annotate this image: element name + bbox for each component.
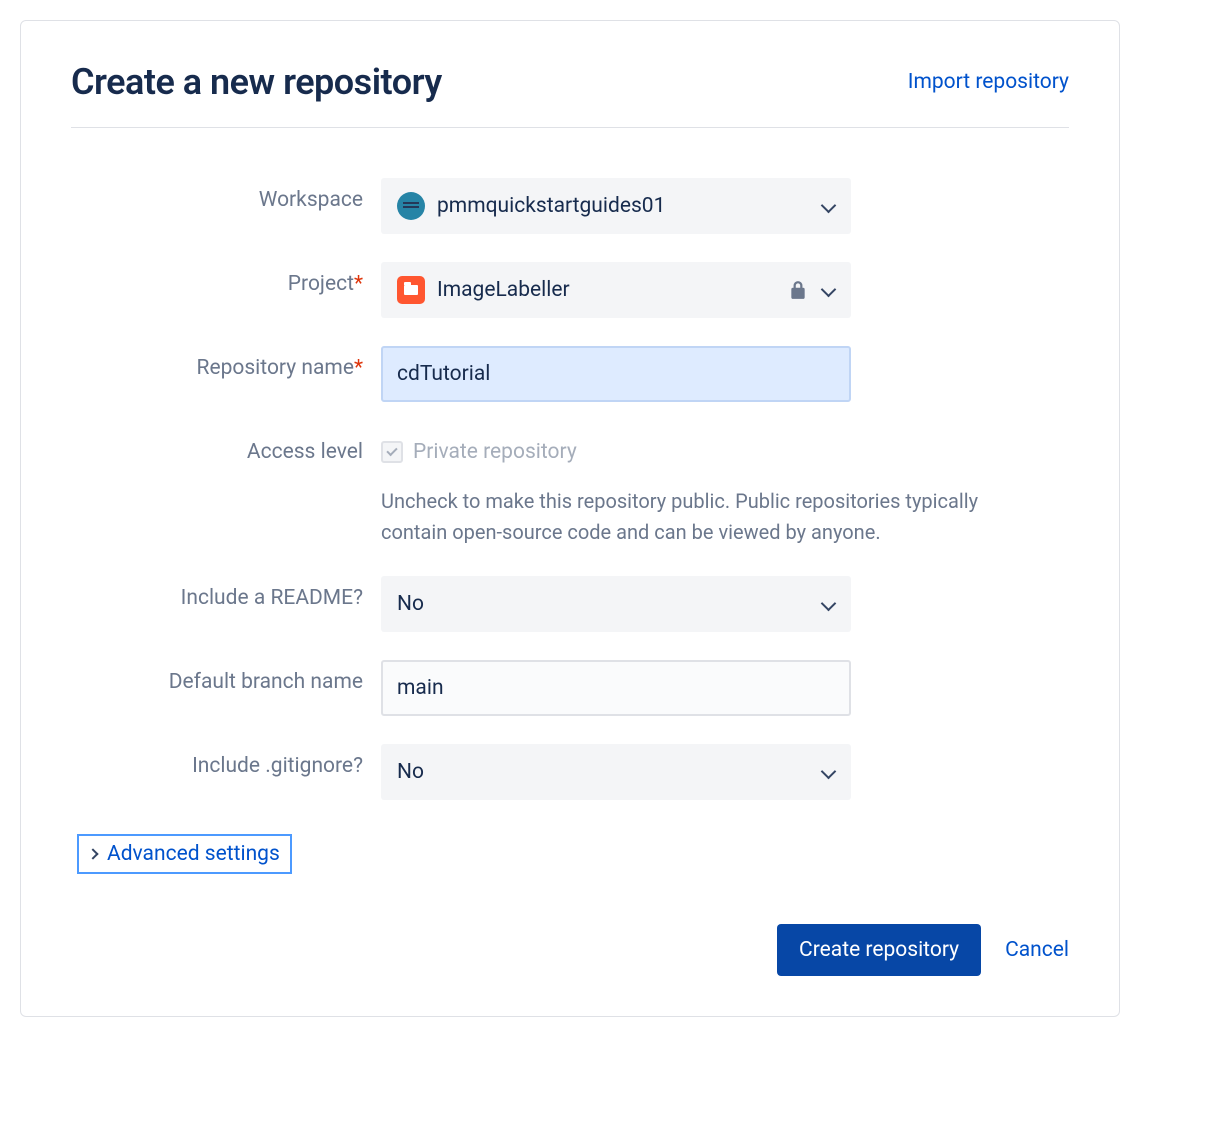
workspace-label: Workspace [71,178,381,212]
lock-icon [789,280,807,300]
project-row: Project* ImageLabeller [71,262,1069,318]
workspace-value: pmmquickstartguides01 [437,194,665,218]
chevron-down-icon [823,598,835,610]
repo-name-label: Repository name* [71,346,381,380]
branch-row: Default branch name [71,660,1069,716]
gitignore-row: Include .gitignore? No [71,744,1069,800]
workspace-avatar-icon [397,192,425,220]
actions-row: Create repository Cancel [71,924,1069,976]
workspace-row: Workspace pmmquickstartguides01 [71,178,1069,234]
create-repository-button[interactable]: Create repository [777,924,981,976]
access-label: Access level [71,430,381,464]
project-value: ImageLabeller [437,278,570,302]
project-folder-icon [397,276,425,304]
project-select[interactable]: ImageLabeller [381,262,851,318]
workspace-select[interactable]: pmmquickstartguides01 [381,178,851,234]
advanced-settings-label: Advanced settings [107,842,280,866]
import-repository-link[interactable]: Import repository [908,70,1069,94]
branch-name-input[interactable] [381,660,851,716]
branch-label: Default branch name [71,660,381,694]
cancel-button[interactable]: Cancel [1005,938,1069,962]
repo-name-row: Repository name* [71,346,1069,402]
private-checkbox-label: Private repository [413,440,577,464]
readme-value: No [397,592,424,616]
gitignore-select[interactable]: No [381,744,851,800]
project-label: Project* [71,262,381,296]
advanced-settings-row: Advanced settings [71,828,1069,874]
readme-label: Include a README? [71,576,381,610]
gitignore-label: Include .gitignore? [71,744,381,778]
check-icon [386,445,397,456]
chevron-down-icon [823,766,835,778]
create-repo-panel: Create a new repository Import repositor… [20,20,1120,1017]
page-title: Create a new repository [71,61,442,103]
readme-row: Include a README? No [71,576,1069,632]
access-row: Access level Private repository Uncheck … [71,430,1069,548]
header-row: Create a new repository Import repositor… [71,61,1069,128]
chevron-down-icon [823,284,835,296]
repo-name-input[interactable] [381,346,851,402]
chevron-right-icon [87,848,98,859]
chevron-down-icon [823,200,835,212]
gitignore-value: No [397,760,424,784]
private-checkbox[interactable] [381,441,403,463]
access-help-text: Uncheck to make this repository public. … [381,486,1021,548]
readme-select[interactable]: No [381,576,851,632]
advanced-settings-toggle[interactable]: Advanced settings [77,834,292,874]
